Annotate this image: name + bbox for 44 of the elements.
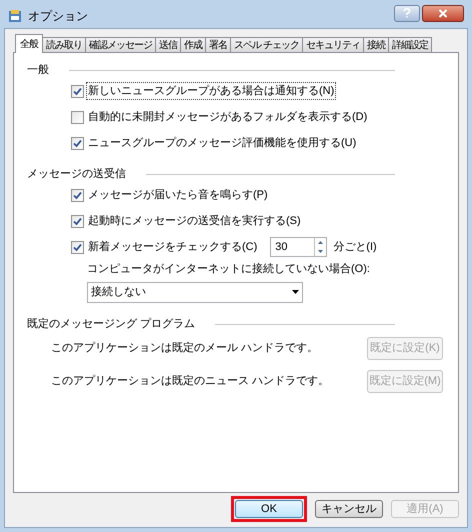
checkbox[interactable] — [71, 188, 84, 202]
tab[interactable]: セキュリティ — [302, 37, 364, 53]
tab[interactable]: 送信 — [155, 37, 181, 53]
section-title: 一般 — [27, 62, 49, 78]
checkbox-label[interactable]: 新しいニュースグループがある場合は通知する(N) — [87, 82, 336, 100]
tab[interactable]: スペル チェック — [230, 37, 303, 53]
checkbox[interactable] — [71, 110, 84, 124]
check-icon — [73, 242, 82, 252]
checkbox-label[interactable]: 起動時にメッセージの送受信を実行する(S) — [87, 212, 302, 230]
checkbox-label[interactable]: 新着メッセージをチェックする(C) — [87, 238, 258, 256]
section-title: 既定のメッセージング プログラム — [27, 316, 196, 332]
check-icon — [73, 190, 82, 200]
offline-dropdown[interactable]: 接続しない — [87, 282, 303, 302]
tab[interactable]: 詳細設定 — [388, 37, 432, 53]
checkbox[interactable] — [71, 136, 84, 150]
minutes-spinbox[interactable]: 30 — [270, 237, 328, 257]
interval-unit: 分ごと(I) — [333, 240, 377, 255]
close-icon — [438, 8, 448, 18]
tab[interactable]: 確認メッセージ — [85, 37, 156, 53]
help-button[interactable] — [394, 4, 420, 22]
checkbox[interactable] — [71, 214, 84, 228]
checkbox[interactable] — [71, 84, 84, 98]
checkbox-label[interactable]: ニュースグループのメッセージ評価機能を使用する(U) — [87, 134, 358, 152]
tab[interactable]: 接続 — [362, 37, 389, 53]
checkbox[interactable] — [71, 240, 84, 254]
tab[interactable]: 作成 — [180, 37, 206, 53]
tab[interactable]: 全般 — [15, 34, 43, 53]
section-title: メッセージの送受信 — [27, 166, 126, 182]
tab[interactable]: 署名 — [205, 37, 231, 53]
checkbox-label[interactable]: 自動的に未開封メッセージがあるフォルダを表示する(D) — [87, 108, 368, 126]
help-icon — [403, 8, 411, 18]
handler-status: このアプリケーションは既定のメール ハンドラです。 — [51, 340, 320, 356]
dialog-button[interactable]: キャンセル — [315, 500, 383, 518]
app-icon — [8, 9, 22, 23]
offline-label: コンピュータがインターネットに接続していない場合(O): — [87, 262, 370, 277]
check-icon — [73, 216, 82, 226]
window-title: オプション — [28, 8, 88, 25]
dialog-button[interactable]: OK — [235, 500, 303, 518]
dropdown-caret-icon — [292, 290, 299, 294]
close-button[interactable] — [422, 4, 464, 22]
check-icon — [73, 138, 82, 148]
checkbox-label[interactable]: メッセージが届いたら音を鳴らす(P) — [87, 186, 269, 204]
handler-status: このアプリケーションは既定のニュース ハンドラです。 — [51, 374, 330, 390]
check-icon — [73, 86, 82, 96]
